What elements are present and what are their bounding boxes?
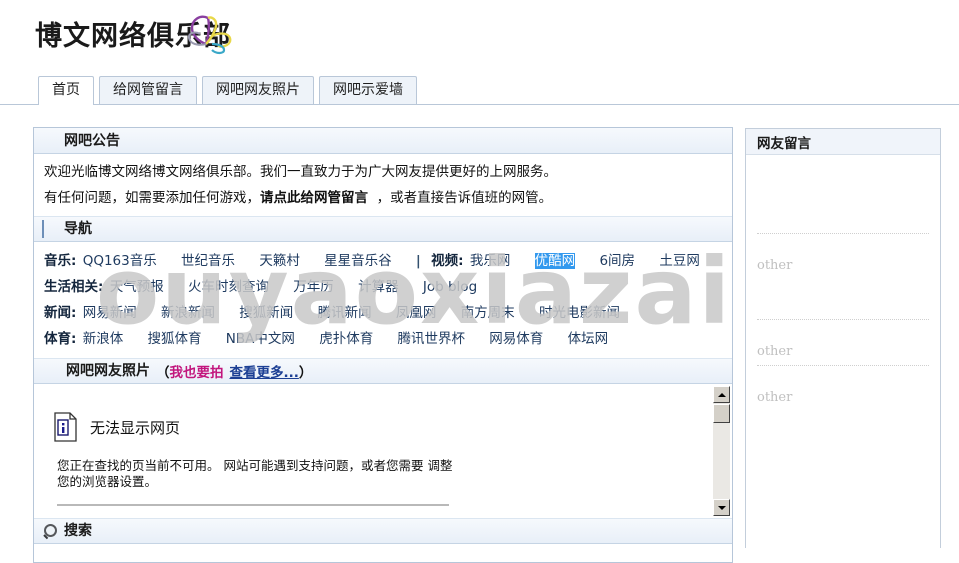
photos-iframe-area: 无法显示网页 您正在查找的页当前不可用。 网站可能遇到支持问题，或者您需要 调整… [34,384,732,518]
nav-separator: | [415,253,421,269]
photos-title: 网吧网友照片 [66,363,150,379]
photos-scrollbar[interactable] [713,386,730,516]
announcement-body: 欢迎光临博文网络博文网络俱乐部。我们一直致力于为广大网友提供更好的上网服务。 有… [34,154,732,216]
scroll-up-arrow-icon[interactable] [713,386,730,403]
message-gap [757,273,929,319]
nav-link-hupu[interactable]: 虎扑体育 [319,331,373,347]
nav-row-news: 新闻: 网易新闻 新浪新闻 搜狐新闻 腾讯新闻 凤凰网 南方周末 时光电影新闻 [34,300,732,326]
tab-list: 首页 给网管留言 网吧网友照片 网吧示爱墙 [38,75,422,105]
nav-label-news: 新闻: [44,305,77,321]
nav-link-wolewang[interactable]: 我乐网 [470,253,511,269]
tab-message-admin[interactable]: 给网管留言 [99,76,197,104]
nav-row-sports: 体育: 新浪体 搜狐体育 NBA中文网 虎扑体育 腾讯世界杯 网易体育 体坛网 [34,326,732,352]
nav-label-life: 生活相关: [44,279,104,295]
list-item[interactable]: other [757,319,929,359]
photos-upload-link[interactable]: 我也要拍 [170,365,224,381]
nav-link-calculator[interactable]: 计算器 [358,279,399,295]
nav-link-xingxingmusic[interactable]: 星星音乐谷 [324,253,392,269]
nav-link-train-schedule[interactable]: 火车时刻查询 [188,279,269,295]
nav-link-shijimusic[interactable]: 世纪音乐 [181,253,235,269]
tab-member-photos[interactable]: 网吧网友照片 [202,76,314,104]
nav-link-ifeng[interactable]: 凤凰网 [396,305,437,321]
nav-label-video: 视频: [431,253,464,269]
nav-link-job-blog[interactable]: Job blog [423,279,477,295]
error-title-row: 无法显示网页 [34,384,732,442]
list-item[interactable]: other [757,233,929,273]
nav-link-sohu-sports[interactable]: 搜狐体育 [148,331,202,347]
tab-bar: 首页 给网管留言 网吧网友照片 网吧示爱墙 [0,73,959,105]
error-body-line-2: 您的浏览器设置。 [57,474,158,489]
info-document-icon [54,412,78,442]
nav-link-nba-china[interactable]: NBA中文网 [226,331,295,347]
paren-close: ） [298,365,313,381]
sidebar-title: 网友留言 [746,129,940,155]
person-icon [42,133,58,149]
announcement-line-2: 有任何问题，如需要添加任何游戏，请点此给网管留言 ，或者直接告诉值班的网管。 [34,186,732,212]
main-panel: 网吧公告 欢迎光临博文网络博文网络俱乐部。我们一直致力于为广大网友提供更好的上网… [33,127,733,563]
photos-more-link[interactable]: 查看更多... [230,365,299,381]
message-author: other [757,344,793,359]
nav-link-sinanews[interactable]: 新浪新闻 [161,305,215,321]
sidebar-messages-panel: 网友留言 other other other [745,128,941,548]
scroll-down-arrow-icon[interactable] [713,499,730,516]
nav-label-sports: 体育: [44,331,77,347]
butterfly-icon [184,12,236,56]
search-body [34,544,732,562]
nav-link-tudou[interactable]: 土豆网 [659,253,700,269]
nav-link-sina-sports[interactable]: 新浪体 [83,331,124,347]
nav-link-163-sports[interactable]: 网易体育 [489,331,543,347]
nav-title: 导航 [64,221,92,237]
scrollbar-thumb[interactable] [713,404,730,423]
nav-label-music: 音乐: [44,253,77,269]
nav-link-weather[interactable]: 天气预报 [110,279,164,295]
error-body-line-1: 您正在查找的页当前不可用。 网站可能遇到支持问题，或者您需要 调整 [57,458,453,473]
nav-link-qqnews[interactable]: 腾讯新闻 [318,305,372,321]
section-header-photos: 网吧网友照片 （我也要拍 查看更多...） [34,358,732,384]
search-title: 搜索 [64,523,92,539]
error-divider [57,504,449,506]
section-header-search: 搜索 [34,518,732,544]
nav-link-qq163music[interactable]: QQ163音乐 [83,253,157,269]
section-header-announcement: 网吧公告 [34,128,732,154]
nav-link-titan24[interactable]: 体坛网 [568,331,609,347]
announcement-line2-post: ，或者直接告诉值班的网管。 [376,190,553,206]
announcement-line2-pre: 有任何问题，如需要添加任何游戏， [44,190,260,206]
message-list: other other other [746,155,940,405]
announcement-title: 网吧公告 [64,132,120,149]
nav-row-life: 生活相关: 天气预报 火车时刻查询 万年历 计算器 Job blog [34,274,732,300]
board-icon [42,220,58,238]
error-body: 您正在查找的页当前不可用。 网站可能遇到支持问题，或者您需要 调整 您的浏览器设… [34,442,477,490]
photos-header-links: （我也要拍 查看更多...） [156,361,312,381]
message-author: other [757,258,793,273]
nav-body: 音乐: QQ163音乐 世纪音乐 天籁村 星星音乐谷 | 视频: 我乐网 优酷网… [34,242,732,358]
people-icon [42,363,60,379]
message-author: other [757,390,793,405]
tab-home[interactable]: 首页 [38,76,94,105]
list-item[interactable]: other [757,365,929,405]
nav-link-calendar[interactable]: 万年历 [293,279,334,295]
announcement-line-1: 欢迎光临博文网络博文网络俱乐部。我们一直致力于为广大网友提供更好的上网服务。 [44,164,557,180]
nav-link-sohunews[interactable]: 搜狐新闻 [239,305,293,321]
nav-link-nanfangzhoumo[interactable]: 南方周末 [461,305,515,321]
tab-love-wall[interactable]: 网吧示爱墙 [319,76,417,104]
announcement-admin-link[interactable]: 请点此给网管留言 [260,190,368,206]
error-title: 无法显示网页 [90,418,181,437]
nav-link-mtime-news[interactable]: 时光电影新闻 [539,305,620,321]
nav-link-youku[interactable]: 优酷网 [534,253,576,269]
search-icon [42,523,58,540]
nav-link-qq-worldcup[interactable]: 腾讯世界杯 [398,331,466,347]
paren-open: （ [156,365,170,381]
nav-link-6rooms[interactable]: 6间房 [599,253,635,269]
nav-link-163news[interactable]: 网易新闻 [83,305,137,321]
section-header-nav: 导航 [34,216,732,242]
nav-link-tianlaicun[interactable]: 天籁村 [259,253,300,269]
message-list-spacer [757,155,929,233]
nav-row-music-video: 音乐: QQ163音乐 世纪音乐 天籁村 星星音乐谷 | 视频: 我乐网 优酷网… [34,248,732,274]
page-header: 博文网络俱乐部 [0,0,959,72]
